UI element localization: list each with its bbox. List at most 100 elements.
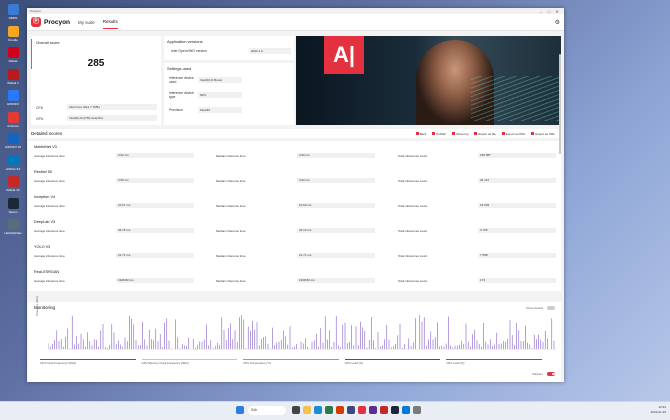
minimize-button[interactable]: – [537, 9, 545, 14]
avg-time-value: 44.15 ms [116, 228, 194, 233]
app-icon [7, 47, 19, 58]
gear-icon[interactable]: ⚙ [555, 19, 560, 26]
setting-device-type-value: NPU [198, 92, 242, 98]
avg-time-value: 1928.82 ms [116, 278, 194, 283]
app-versions-card: Application versions Intel OpenVINO vers… [164, 36, 294, 60]
inference-count-label: Total inferences count [398, 254, 428, 258]
desktop-icon[interactable]: Wiktak 1K [2, 176, 24, 192]
setting-precision-label: Precision [169, 108, 183, 112]
back-button[interactable]: Back [415, 132, 426, 136]
avg-time-label: Average inference time [34, 179, 65, 183]
office-icon[interactable] [336, 406, 344, 414]
close-button[interactable]: ✕ [553, 9, 561, 14]
legend-swatch [344, 359, 441, 360]
median-time-label: Median inference time [216, 179, 246, 183]
median-time-label: Median inference time [216, 229, 246, 233]
inference-count-value: 3 735 [478, 228, 556, 233]
median-time-value: 44.13 ms [297, 228, 375, 233]
clock-date: 2024-01-25 [650, 409, 666, 414]
desktop-icon[interactable]: HashMyFiles [2, 219, 24, 235]
legend-item[interactable]: CPU Load (%) [446, 359, 542, 365]
benchmark-section: ResNet 50 Average inference time 3.05 ms Me… [28, 166, 561, 191]
xml-icon [531, 132, 535, 136]
tab-my-suite[interactable]: My suite [78, 16, 95, 29]
log-icon [452, 132, 456, 136]
scrollbar[interactable] [559, 54, 561, 154]
median-time-label: Median inference time [216, 254, 246, 258]
settings-used-card: Settings used Inference device used Inte… [164, 63, 294, 125]
monitoring-chart [48, 315, 556, 350]
inference-count-value: 155 687 [478, 153, 556, 158]
legend-item[interactable]: CPU Clock Frequency (MHz) [40, 359, 136, 365]
store-icon[interactable] [325, 406, 333, 414]
gpu-value: Intel(R) Arc(TM) Graphics [67, 115, 157, 121]
avg-time-label: Average inference time [34, 154, 65, 158]
legend-item[interactable]: GPU Load (%) [344, 359, 441, 365]
avg-time-label: Average inference time [34, 204, 65, 208]
avg-time-label: Average inference time [34, 254, 65, 258]
benchmark-name: ResNet 50 [34, 170, 52, 174]
start-icon[interactable] [236, 406, 244, 414]
desktop-icon-label: Wiktak 1 [7, 80, 19, 85]
benchmark-name: Inception V4 [34, 195, 56, 199]
tab-results[interactable]: Results [102, 15, 118, 29]
export-pdf-button[interactable]: Export as PDF [501, 132, 525, 136]
openvino-version-value: 2023.1.0 [249, 48, 291, 54]
search-input[interactable]: Sök [248, 406, 286, 415]
median-time-label: Median inference time [216, 154, 246, 158]
show-details-label: Show details [525, 306, 543, 310]
desktop-icon-label: HWiNFO 32 [4, 145, 22, 149]
legend-item[interactable]: GPU Memory Clock Frequency (MHz) [141, 359, 238, 365]
benchmark-section: Inception V4 Average inference time 10.67 … [28, 191, 561, 216]
setting-precision-value: Float32 [198, 107, 242, 113]
legend-swatch [40, 359, 136, 360]
procyon-window: Procyon – □ ✕ Ⓟ Procyon My suite Results… [27, 8, 564, 382]
monitoring-y-label: Frequency (MHz) [36, 295, 39, 316]
publish-icon [432, 132, 436, 136]
benchmark-section: DeepLab V3 Average inference time 44.15 ms… [28, 216, 561, 241]
desktop-icon[interactable]: HWiNFO 32 [2, 133, 24, 149]
desktop-icon[interactable]: Wiktak 1 [2, 68, 24, 85]
app-icon [7, 111, 19, 123]
export-xml-button[interactable]: Export as XML [531, 132, 555, 136]
legend-item[interactable]: CPU Temperature (°C) [243, 359, 339, 365]
desktop-icon-label: Wiktak [8, 59, 18, 63]
avg-time-value: 10.67 ms [116, 203, 194, 208]
legend-swatch [446, 359, 542, 360]
show-log-button[interactable]: Show log [452, 132, 468, 136]
setting-device-used-value: Intel(R) AI Boost [198, 77, 242, 83]
app-header: Ⓟ Procyon My suite Results ⚙ [27, 14, 564, 31]
desktop-icon[interactable]: HWiNFO [2, 90, 24, 106]
app4-task-icon[interactable] [413, 406, 421, 414]
file-explorer-icon[interactable] [303, 406, 311, 414]
inference-count-label: Total inferences count [398, 179, 428, 183]
window-title: Procyon [30, 9, 42, 13]
procyon-task-icon[interactable] [358, 406, 366, 414]
avg-time-value: 21.71 ms [116, 253, 194, 258]
app-icon [7, 219, 19, 230]
task-view-icon[interactable] [292, 406, 300, 414]
edge-icon[interactable] [314, 406, 322, 414]
maximize-button[interactable]: □ [545, 9, 553, 14]
inference-count-value: 7 598 [478, 253, 556, 258]
desktop-icon[interactable]: Antivirus [2, 111, 24, 128]
steam-task-icon[interactable] [391, 406, 399, 414]
desktop-icon[interactable]: DBMS [2, 4, 24, 20]
desktop-icon[interactable]: Rondle [2, 25, 24, 42]
publish-button[interactable]: Publish [432, 132, 446, 136]
desktop-icon[interactable]: HWinfo 64 [2, 154, 24, 171]
system-tray[interactable]: 12:34 2024-01-25 [651, 405, 666, 414]
markers-toggle[interactable] [547, 372, 555, 376]
show-details-toggle[interactable] [547, 306, 555, 310]
benchmark-name: MobileNet V3 [34, 145, 57, 149]
desktop-icon[interactable]: Wiktak [2, 47, 24, 63]
desktop-icon[interactable]: Steam [2, 197, 24, 214]
app-task-icon[interactable] [369, 406, 377, 414]
app2-task-icon[interactable] [380, 406, 388, 414]
app3-task-icon[interactable] [402, 406, 410, 414]
legend-label: GPU Load (%) [344, 361, 363, 365]
app-icon [7, 176, 19, 187]
export-file-button[interactable]: Export as file [474, 132, 496, 136]
legend-swatch [243, 359, 339, 360]
terminal-icon[interactable] [347, 406, 355, 414]
